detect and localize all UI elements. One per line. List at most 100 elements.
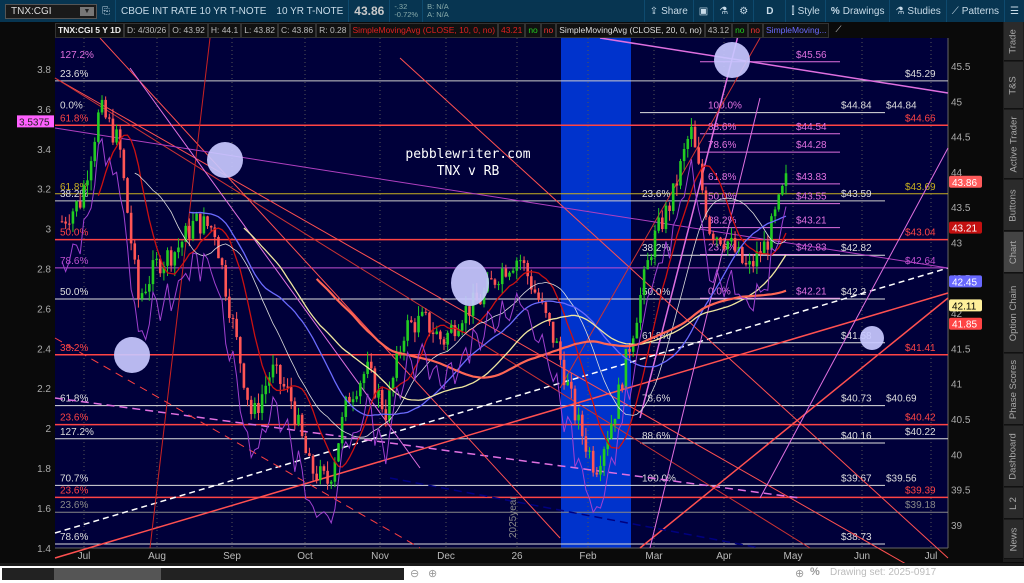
candle-body [111, 118, 115, 143]
change-box: -.32 -0.72% [390, 3, 422, 19]
right-tick-label: 45.5 [951, 62, 971, 73]
tab-trade[interactable]: Trade [1004, 22, 1023, 61]
candle-body [744, 262, 748, 265]
candle-body [122, 149, 126, 179]
style-button[interactable]: ⫿ Style [786, 6, 824, 17]
zoom-out-icon[interactable]: ⊖ [410, 567, 419, 580]
fib-price-label: $43.55 [796, 192, 827, 203]
percent-icon[interactable]: % [810, 566, 820, 578]
tab-t-s[interactable]: T&S [1004, 62, 1023, 109]
fib-left-label: 23.6% [60, 485, 88, 496]
candle-body [86, 180, 89, 186]
fib-left-label: 23.6% [60, 413, 88, 424]
period-button[interactable]: D [754, 6, 785, 17]
x-tick-label: Mar [645, 551, 663, 562]
drawing-set[interactable]: Drawing set: 2025-0917 [830, 567, 936, 578]
tab-chart[interactable]: Chart [1004, 232, 1023, 273]
sma3-label[interactable]: SimpleMoving... [763, 22, 830, 38]
bid-ask: B: N/A A: N/A [423, 3, 453, 19]
menu-icon[interactable]: ☰ [1005, 6, 1024, 17]
symbol-short-name: 10 YR T-NOTE [276, 5, 344, 17]
left-tick-label: 3.2 [37, 185, 51, 196]
scrollbar-thumb[interactable] [54, 568, 161, 580]
fib-price-label: $43.69 [905, 182, 936, 193]
fib-label: 100.0% [708, 101, 742, 112]
right-tick-label: 41 [951, 380, 963, 391]
tab-active-trader[interactable]: Active Trader [1004, 110, 1023, 179]
chevron-down-icon[interactable]: ▼ [80, 6, 94, 16]
candle-body [115, 129, 118, 143]
candle-body [500, 268, 504, 285]
candle-body [715, 237, 719, 240]
tab-buttons[interactable]: Buttons [1004, 180, 1023, 231]
drawings-button[interactable]: % Drawings [826, 6, 890, 17]
candle-body [362, 374, 366, 384]
candle-body [359, 383, 362, 397]
candle-body [300, 414, 304, 437]
candle-body [650, 257, 653, 261]
link-icon[interactable]: ⎘ [97, 6, 115, 17]
candle-body [107, 117, 111, 119]
gear-icon[interactable]: ⚙ [734, 6, 753, 17]
candle-body [748, 261, 751, 265]
candle-body [468, 306, 471, 316]
candle-body [293, 401, 297, 425]
candle-body [289, 387, 293, 402]
right-tick-label: 45 [951, 97, 963, 108]
candle-body [264, 385, 268, 395]
candle-body [271, 364, 275, 378]
x-tick-label: Oct [297, 551, 313, 562]
tab-label: Option Chain [1008, 285, 1020, 341]
sma10-label[interactable]: SimpleMovingAvg (CLOSE, 10, 0, no) [349, 22, 499, 38]
candle-body [260, 394, 264, 413]
candle-body [144, 291, 147, 294]
candle-body [322, 466, 326, 471]
candle-body [337, 443, 340, 462]
tab-phase-scores[interactable]: Phase Scores [1004, 354, 1023, 425]
x-tick-label: Nov [371, 551, 389, 562]
pattern-icon: ⟋ [951, 5, 959, 17]
info-low: L: 43.82 [241, 22, 278, 38]
tab-news[interactable]: News [1004, 520, 1023, 559]
collapse-studies-icon[interactable]: ⟋ [833, 23, 843, 38]
candle-body [380, 390, 384, 410]
candle-body [97, 112, 100, 142]
tab-dashboard[interactable]: Dashboard [1004, 426, 1023, 487]
sma20-flag-2: no [747, 22, 764, 38]
tab-option-chain[interactable]: Option Chain [1004, 274, 1023, 353]
flask-icon[interactable]: ⚗ [714, 6, 733, 17]
share-button[interactable]: ⇪ Share [645, 6, 693, 17]
studies-button[interactable]: ⚗ Studies [890, 6, 945, 17]
alert-icon[interactable]: ▣ [694, 6, 713, 17]
fib-left-label: 23.6% [60, 500, 88, 511]
toolbar: TNX:CGI ▼ ⎘ CBOE INT RATE 10 YR T-NOTE 10… [0, 0, 1024, 22]
candle-body [406, 320, 409, 341]
tab-l-2[interactable]: L 2 [1004, 488, 1023, 519]
candle-body [766, 241, 770, 250]
candle-body [424, 311, 428, 313]
candle-body [169, 250, 173, 266]
tab-label: Active Trader [1008, 116, 1019, 172]
price-tag-label: 43.21 [952, 224, 977, 235]
price-chart[interactable]: Jul Aug Sep Oct Nov Dec 26 Feb Mar Apr May Jun Jul 45… [0, 38, 1003, 563]
fib-price-label: $44.54 [796, 122, 827, 133]
candle-body [78, 201, 82, 208]
zoom-in-icon[interactable]: ⊕ [428, 567, 437, 580]
candle-body [671, 183, 675, 212]
patterns-button[interactable]: ⟋ Patterns [947, 6, 1004, 17]
sma20-label[interactable]: SimpleMovingAvg (CLOSE, 20, 0, no) [556, 22, 705, 38]
highlight-circle [114, 337, 150, 373]
fib-label: 23.6% [642, 189, 670, 200]
candle-body [708, 217, 711, 234]
candle-body [464, 306, 468, 324]
info-range: R: 0.28 [316, 22, 350, 38]
candle-body [369, 361, 373, 369]
symbol-selector[interactable]: TNX:CGI ▼ [5, 3, 97, 19]
candle-body [308, 453, 311, 457]
candle-body [148, 284, 151, 292]
left-tick-label: 2.6 [37, 304, 51, 315]
crosshair-icon[interactable]: ⊕ [795, 567, 804, 580]
horizontal-scrollbar[interactable] [2, 568, 404, 580]
patterns-label: Patterns [961, 5, 1000, 17]
right-tick-label: 39.5 [951, 486, 971, 497]
